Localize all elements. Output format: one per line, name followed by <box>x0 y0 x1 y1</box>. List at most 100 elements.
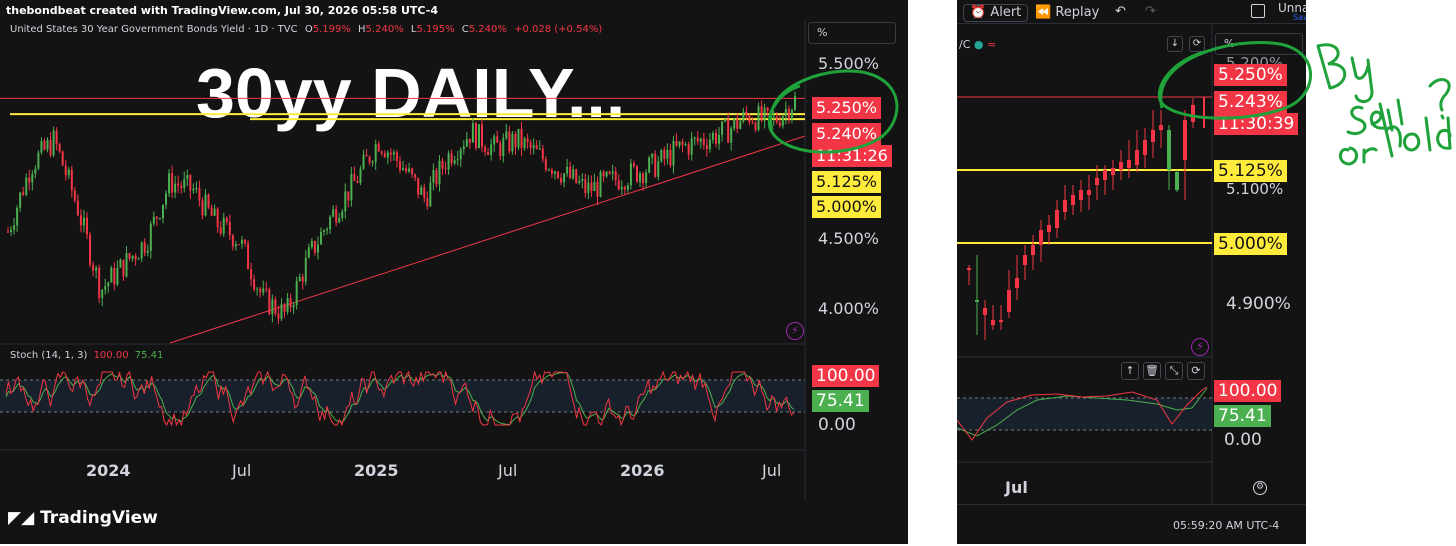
candle-body <box>392 152 395 155</box>
candle-body <box>137 258 140 260</box>
candle-body <box>648 157 651 173</box>
lightning-icon[interactable]: ⚡ <box>786 322 804 340</box>
right-candle-body <box>1191 105 1195 122</box>
settings-gear-icon[interactable]: ⚙ <box>1253 481 1267 495</box>
pane-collapse-icon[interactable]: ⤡ <box>1165 362 1183 380</box>
candle-body <box>356 180 359 183</box>
candle-body <box>219 227 222 234</box>
right-price-label-5243: 5.243% <box>1214 91 1287 113</box>
candle-body <box>89 234 92 265</box>
candle-body <box>307 247 310 258</box>
right-lightning-icon[interactable]: ⚡ <box>1191 338 1209 356</box>
candle-body <box>608 171 611 174</box>
candle-body <box>499 142 502 156</box>
candle-body <box>560 177 563 183</box>
right-price-label-5125: 5.125% <box>1214 160 1287 182</box>
pane-delete-icon[interactable]: 🗑 <box>1143 362 1161 380</box>
right-stoch-k-label: 100.00 <box>1214 380 1282 402</box>
candle-body <box>13 225 16 230</box>
candle-body <box>502 138 505 156</box>
candle-body <box>514 133 517 148</box>
candle-body <box>158 218 161 220</box>
candle-body <box>192 188 195 191</box>
candle-body <box>566 166 569 174</box>
candle-body <box>70 169 73 191</box>
candle-body <box>778 122 781 126</box>
candle-body <box>398 161 401 170</box>
candle-body <box>149 223 152 251</box>
right-candle-body <box>1111 168 1115 175</box>
candle-body <box>10 229 13 232</box>
candle-body <box>481 124 484 147</box>
candle-body <box>98 267 101 298</box>
candle-body <box>426 197 429 207</box>
right-countdown-label: 11:30:39 <box>1214 113 1299 135</box>
price-label-5125: 5.125% <box>812 171 882 193</box>
candle-body <box>553 171 556 174</box>
candle-body <box>547 169 550 171</box>
candle-body <box>651 153 654 158</box>
right-candle-body <box>967 268 971 270</box>
candle-body <box>733 118 736 129</box>
candle-body <box>544 159 547 170</box>
candle-body <box>626 185 629 190</box>
price-label-5240: 5.240% <box>812 123 882 145</box>
candle-body <box>739 121 742 129</box>
candle-body <box>244 239 247 244</box>
candle-body <box>718 134 721 144</box>
right-candle-body <box>1175 172 1179 190</box>
pane-reload-icon[interactable]: ⟳ <box>1187 362 1205 380</box>
candle-body <box>210 207 213 216</box>
right-candle-body <box>1071 195 1075 205</box>
x-tick-jul-2025: Jul <box>498 461 518 480</box>
candle-body <box>629 163 632 186</box>
candle-body <box>183 179 186 188</box>
candle-body <box>417 177 420 195</box>
stoch-k-label: 100.00 <box>812 365 880 387</box>
candle-body <box>253 279 256 290</box>
pane-move-up-icon[interactable]: ↑ <box>1121 362 1139 380</box>
left-chart-panel: thebondbeat created with TradingView.com… <box>0 0 908 544</box>
candle-body <box>79 215 82 226</box>
right-candle-body <box>1127 160 1131 168</box>
candle-body <box>794 95 796 110</box>
annotation-word-1 <box>1346 98 1404 135</box>
candle-body <box>256 288 259 290</box>
x-tick-2025: 2025 <box>354 461 399 480</box>
candle-body <box>64 165 67 176</box>
candle-body <box>323 230 326 232</box>
candle-body <box>95 267 98 271</box>
candle-body <box>353 174 356 181</box>
candle-body <box>459 149 462 160</box>
right-price-label-5000: 5.000% <box>1214 233 1287 255</box>
candle-body <box>754 122 757 131</box>
candle-body <box>73 190 76 201</box>
candle-body <box>143 242 146 253</box>
candle-body <box>268 289 271 315</box>
candle-body <box>274 299 277 314</box>
candle-body <box>763 107 766 121</box>
candle-body <box>635 165 638 182</box>
candle-body <box>587 182 590 193</box>
candle-body <box>259 288 262 293</box>
x-tick-jul-2024: Jul <box>232 461 252 480</box>
candle-body <box>611 171 614 174</box>
candle-body <box>362 154 365 169</box>
candle-body <box>86 217 89 235</box>
candle-body <box>690 138 693 155</box>
candle-body <box>389 152 392 155</box>
candle-body <box>152 216 155 224</box>
candle-body <box>423 187 426 198</box>
candle-body <box>295 281 298 306</box>
candle-body <box>420 187 423 195</box>
candle-body <box>338 217 341 223</box>
candle-body <box>195 187 198 189</box>
candle-body <box>681 141 684 146</box>
candle-body <box>669 149 672 166</box>
candle-body <box>493 136 496 145</box>
candle-body <box>563 173 566 183</box>
candle-body <box>721 121 724 135</box>
candle-body <box>529 142 532 149</box>
trendline <box>169 135 806 344</box>
candle-body <box>304 257 307 282</box>
